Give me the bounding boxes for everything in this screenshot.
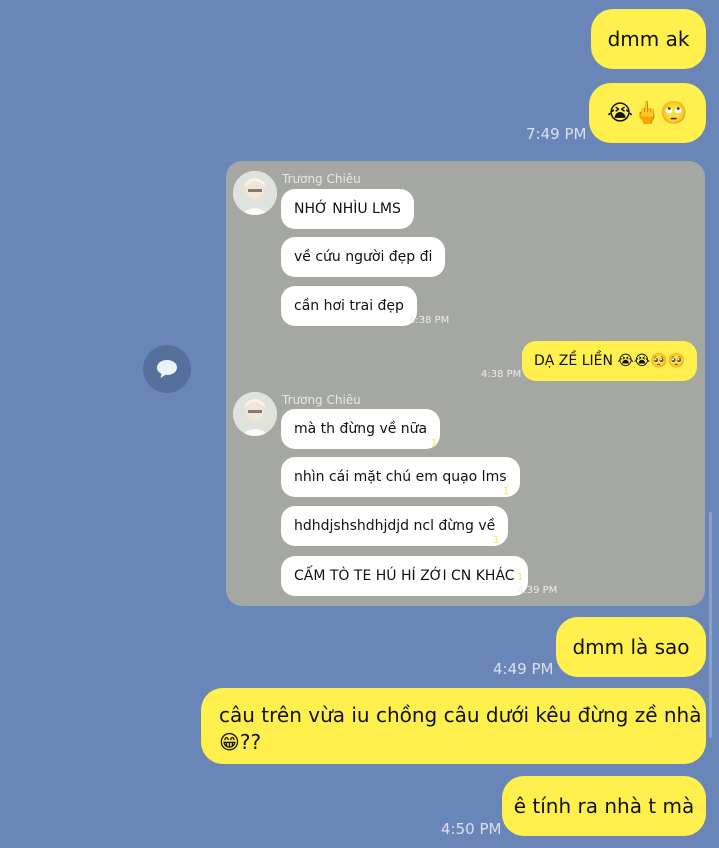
message-text: dmm là sao bbox=[572, 635, 690, 659]
message-time: 7:49 PM bbox=[526, 125, 587, 143]
unread-count: 1 bbox=[503, 486, 510, 497]
quoted-own-message: DẠ ZỀ LIỀN 😭😭🥺🥺 bbox=[522, 341, 697, 381]
scrollbar[interactable] bbox=[709, 512, 712, 738]
avatar[interactable] bbox=[233, 171, 277, 215]
quoted-time: 4:38 PM bbox=[409, 315, 450, 326]
message-text: ê tính ra nhà t mà bbox=[513, 794, 695, 818]
message-text-line2: 😁?? bbox=[219, 730, 262, 754]
forwarded-screenshot-card[interactable]: Trương Chiêu NHỚ NHÌU LMS về cứu người đ… bbox=[226, 161, 705, 606]
sender-name: Trương Chiêu bbox=[282, 172, 361, 186]
message-text-line1: câu trên vừa iu chồng câu dưới kêu đừng … bbox=[219, 703, 702, 727]
avatar[interactable] bbox=[233, 392, 277, 436]
share-chat-icon bbox=[157, 360, 177, 378]
message-time: 4:50 PM bbox=[441, 820, 502, 838]
quoted-message: về cứu người đẹp đi bbox=[281, 237, 446, 277]
quoted-message: mà th đừng về nữa bbox=[281, 409, 441, 449]
message-text: dmm ak bbox=[607, 27, 690, 51]
quoted-message: CẤM TÒ TE HÚ HÍ ZỚI CN KHÁC bbox=[281, 556, 528, 596]
message-bubble-emoji[interactable]: 😭🖕🙄 bbox=[589, 83, 706, 143]
message-bubble-dmm-la-sao[interactable]: dmm là sao bbox=[556, 617, 706, 677]
quoted-message: NHỚ NHÌU LMS bbox=[281, 189, 414, 229]
message-emoji: 😭🖕🙄 bbox=[607, 101, 688, 126]
unread-count: 1 bbox=[517, 572, 524, 583]
sender-name: Trương Chiêu bbox=[282, 393, 361, 407]
message-bubble-e-tinh-ra[interactable]: ê tính ra nhà t mà bbox=[502, 776, 706, 836]
quoted-message: hdhdjshshdhjdjd ncl đừng về bbox=[281, 506, 509, 546]
quoted-message: nhìn cái mặt chú em quạo lms bbox=[281, 457, 520, 497]
avatar-image bbox=[233, 392, 277, 436]
unread-count: 1 bbox=[431, 438, 438, 449]
quoted-time: 4:38 PM bbox=[481, 369, 522, 380]
message-bubble-dmm-ak[interactable]: dmm ak bbox=[591, 9, 706, 69]
avatar-image bbox=[233, 171, 277, 215]
unread-count: 1 bbox=[493, 535, 500, 546]
quoted-message: cần hơi trai đẹp bbox=[281, 286, 417, 326]
message-time: 4:49 PM bbox=[493, 660, 554, 678]
share-chat-button[interactable] bbox=[143, 345, 191, 393]
quoted-time: 4:39 PM bbox=[517, 585, 558, 596]
message-bubble-long[interactable]: câu trên vừa iu chồng câu dưới kêu đừng … bbox=[201, 688, 706, 764]
